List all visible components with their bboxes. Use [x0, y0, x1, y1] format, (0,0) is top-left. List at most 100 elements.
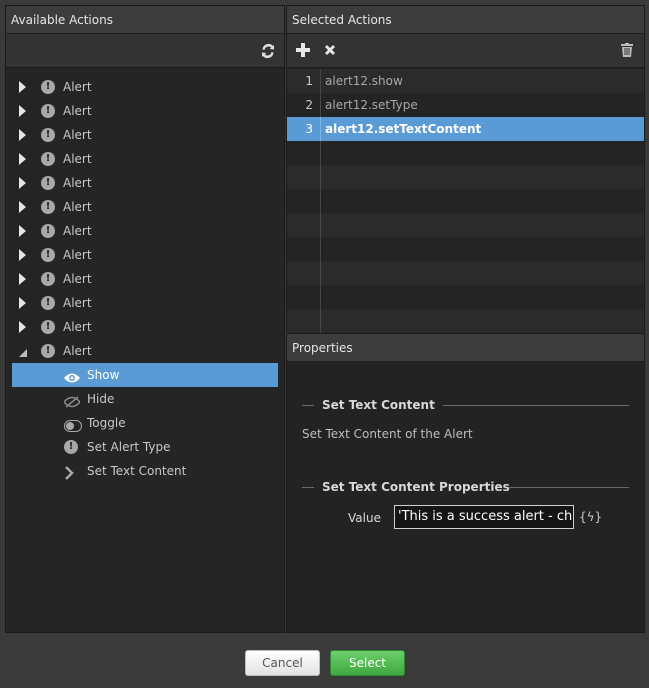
tree-item-label: Alert: [63, 176, 92, 190]
tree-item-label: Alert: [63, 128, 92, 142]
action-list-row[interactable]: 3 alert12.setTextContent: [287, 117, 644, 141]
tree-child-item[interactable]: Show: [12, 363, 278, 387]
cancel-button[interactable]: Cancel: [245, 650, 320, 676]
alert-icon: !: [41, 296, 55, 310]
line-number: [287, 309, 321, 333]
tree-item-alert[interactable]: ! Alert: [6, 171, 284, 195]
line-number: 3: [287, 117, 321, 141]
chevron-right-icon[interactable]: [19, 225, 26, 237]
line-number: [287, 189, 321, 213]
alert-icon: !: [41, 80, 55, 94]
tree-item-alert[interactable]: ! Alert: [6, 243, 284, 267]
tree-child-item[interactable]: Set Text Content: [6, 459, 284, 483]
select-button[interactable]: Select: [330, 650, 405, 676]
chevron-right-icon[interactable]: [19, 129, 26, 141]
divider: [443, 405, 629, 406]
chevron-right-icon[interactable]: [19, 81, 26, 93]
tree-item-alert[interactable]: ! Alert: [6, 219, 284, 243]
value-input[interactable]: 'This is a success alert - check it out!…: [394, 505, 574, 529]
selected-actions-toolbar: [287, 34, 644, 68]
empty-list-row: [287, 189, 644, 213]
alert-icon: !: [64, 440, 78, 454]
empty-list-row: [287, 285, 644, 309]
action-text: alert12.show: [325, 74, 403, 88]
tree-item-alert[interactable]: ! Alert: [6, 123, 284, 147]
alert-icon: !: [41, 200, 55, 214]
properties-panel: Properties Set Text Content Set Text Con…: [286, 333, 645, 633]
section1-title-text: Set Text Content: [322, 398, 435, 412]
tree-child-item[interactable]: ! Set Alert Type: [6, 435, 284, 459]
tree-item-alert[interactable]: ! Alert: [6, 99, 284, 123]
chevron-right-icon[interactable]: [19, 201, 26, 213]
tree-child-item[interactable]: Hide: [6, 387, 284, 411]
chevron-right-icon[interactable]: [19, 153, 26, 165]
line-number: [287, 285, 321, 309]
close-icon[interactable]: [322, 43, 338, 59]
alert-icon: !: [41, 344, 55, 358]
section-title-properties: Set Text Content Properties: [302, 479, 629, 495]
chevron-right-icon[interactable]: [19, 273, 26, 285]
tree-item-label: Alert: [63, 80, 92, 94]
eye-icon: [64, 368, 80, 383]
dialog-footer: Cancel Select: [5, 634, 645, 684]
chevron-right-icon[interactable]: [19, 177, 26, 189]
section2-title-text: Set Text Content Properties: [322, 480, 510, 494]
tree-item-label: Alert: [63, 248, 92, 262]
refresh-icon[interactable]: [260, 43, 276, 59]
expression-editor-icon[interactable]: {ϟ}: [579, 510, 602, 524]
plus-icon[interactable]: [295, 43, 311, 59]
section-title-set-text-content: Set Text Content: [302, 397, 629, 413]
tree-item-alert[interactable]: ! Alert: [6, 291, 284, 315]
empty-list-row: [287, 213, 644, 237]
available-actions-panel: Available Actions ! Alert! Alert! Alert! Ale…: [5, 5, 285, 633]
alert-icon: !: [41, 104, 55, 118]
tree-child-label: Show: [87, 368, 120, 382]
chevron-right-icon[interactable]: [19, 105, 26, 117]
value-label: Value: [348, 511, 381, 525]
tree-item-label: Alert: [63, 104, 92, 118]
tree-item-label: Alert: [63, 320, 92, 334]
alert-icon: !: [41, 320, 55, 334]
tree-child-item[interactable]: Toggle: [6, 411, 284, 435]
tree-item-label: Alert: [63, 344, 92, 358]
selected-actions-title: Selected Actions: [287, 6, 644, 34]
alert-icon: !: [41, 224, 55, 238]
tree-item-alert[interactable]: ! Alert: [6, 315, 284, 339]
empty-list-row: [287, 237, 644, 261]
chevron-right-icon: [64, 464, 78, 480]
empty-list-row: [287, 261, 644, 285]
line-number: 1: [287, 69, 321, 93]
action-list-row[interactable]: 1 alert12.show: [287, 69, 644, 93]
selected-actions-list: 1 alert12.show 2 alert12.setType 3 alert12.se…: [287, 69, 644, 333]
action-text: alert12.setTextContent: [325, 122, 482, 136]
tree-child-label: Set Text Content: [87, 464, 187, 478]
toggle-icon: [64, 416, 82, 432]
action-text: alert12.setType: [325, 98, 418, 112]
eye-slash-icon: [62, 392, 82, 408]
trash-icon[interactable]: [619, 43, 635, 59]
alert-icon: !: [41, 272, 55, 286]
divider: [302, 405, 314, 406]
alert-icon: !: [41, 152, 55, 166]
chevron-right-icon[interactable]: [19, 249, 26, 261]
available-actions-title: Available Actions: [6, 6, 284, 34]
action-list-row[interactable]: 2 alert12.setType: [287, 93, 644, 117]
line-number: [287, 261, 321, 285]
chevron-right-icon[interactable]: [19, 297, 26, 309]
line-number: 2: [287, 93, 321, 117]
line-number: [287, 213, 321, 237]
tree-item-alert[interactable]: ! Alert: [6, 147, 284, 171]
actions-tree: ! Alert! Alert! Alert! Alert! Alert! Alert! Ale…: [6, 69, 284, 632]
tree-item-alert[interactable]: ! Alert: [6, 195, 284, 219]
tree-item-label: Alert: [63, 272, 92, 286]
tree-item-alert[interactable]: ! Alert: [6, 75, 284, 99]
line-number: [287, 237, 321, 261]
chevron-right-icon[interactable]: [19, 321, 26, 333]
section1-description: Set Text Content of the Alert: [302, 427, 473, 441]
alert-icon: !: [41, 248, 55, 262]
selected-actions-panel: Selected Actions 1 alert12.show 2 alert12.s…: [286, 5, 645, 333]
tree-item-label: Alert: [63, 224, 92, 238]
empty-list-row: [287, 141, 644, 165]
tree-item-alert[interactable]: ! Alert: [6, 267, 284, 291]
tree-item-alert[interactable]: ! Alert: [6, 339, 284, 363]
